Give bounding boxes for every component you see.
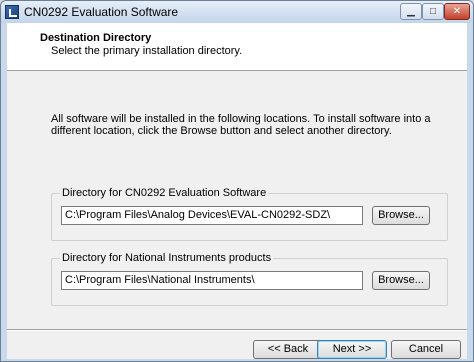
ni-products-directory-group: Directory for National Instruments produ…	[51, 252, 448, 306]
wizard-header: Destination Directory Select the primary…	[7, 23, 467, 71]
ni-products-path-field[interactable]: C:\Program Files\National Instruments\	[61, 271, 363, 290]
ni-products-browse-button[interactable]: Browse...	[372, 271, 430, 290]
eval-software-directory-group: Directory for CN0292 Evaluation Software…	[51, 187, 448, 241]
eval-software-browse-button[interactable]: Browse...	[372, 206, 430, 225]
installer-app-icon	[5, 5, 19, 19]
header-subtitle: Select the primary installation director…	[51, 45, 243, 57]
minimize-button[interactable]: ▁	[400, 3, 422, 20]
back-button[interactable]: << Back	[253, 340, 323, 359]
installer-window: CN0292 Evaluation Software ▁ □ ✕ Destina…	[0, 0, 474, 362]
window-title: CN0292 Evaluation Software	[24, 5, 179, 19]
eval-software-directory-label: Directory for CN0292 Evaluation Software	[60, 187, 269, 199]
dialog-content: Destination Directory Select the primary…	[7, 23, 467, 359]
footer-divider	[7, 329, 467, 331]
header-title: Destination Directory	[40, 32, 152, 44]
install-location-info: All software will be installed in the fo…	[51, 113, 431, 137]
title-bar[interactable]: CN0292 Evaluation Software ▁ □ ✕	[1, 1, 473, 23]
ni-products-directory-label: Directory for National Instruments produ…	[60, 252, 274, 264]
close-button[interactable]: ✕	[444, 3, 470, 20]
next-button[interactable]: Next >>	[317, 340, 387, 359]
eval-software-path-field[interactable]: C:\Program Files\Analog Devices\EVAL-CN0…	[61, 206, 363, 225]
maximize-button[interactable]: □	[422, 3, 444, 20]
cancel-button[interactable]: Cancel	[391, 340, 461, 359]
